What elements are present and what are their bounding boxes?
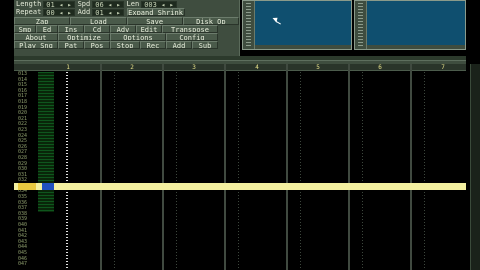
panel-row-play: Play Sng Pat Pos Stop Rec Add Sub	[14, 41, 239, 49]
left-edge	[0, 0, 14, 270]
control-panel: Length 01 ◂ ▸ Spd 06 ◂ ▸ Len 003 ◂ ▸ Rep…	[14, 0, 240, 56]
track-1-cursor-column	[66, 72, 68, 270]
track-number-4[interactable]: 4	[251, 64, 263, 71]
button-grid: Zap Load Save Disk Op	[14, 17, 239, 25]
ins-button[interactable]: Ins	[58, 25, 84, 33]
repeat-value[interactable]: 00 ◂ ▸	[43, 8, 75, 16]
preview-right-scrollbar[interactable]	[367, 45, 465, 49]
panel-row-edit: Smp Ed Ins Cd Adv Edit Transpose	[14, 25, 239, 33]
track-separator	[162, 64, 164, 270]
track-separator	[224, 64, 226, 270]
add-field[interactable]: Add 01 ◂ ▸	[78, 8, 124, 16]
zap-button[interactable]: Zap	[14, 17, 71, 25]
spd-label: Spd	[77, 0, 91, 8]
current-row-number-highlight	[18, 183, 36, 190]
pattern-editor[interactable]: 1 2 3 4 5 6 7 013 014 015 016 017 018 01…	[14, 64, 466, 270]
tracker-screen: Length 01 ◂ ▸ Spd 06 ◂ ▸ Len 003 ◂ ▸ Rep…	[0, 0, 480, 270]
row-numbers: 013 014 015 016 017 018 019 020 021 022 …	[18, 71, 36, 268]
adv-button[interactable]: Adv	[110, 25, 136, 33]
cd-button[interactable]: Cd	[84, 25, 110, 33]
add-value[interactable]: 01 ◂ ▸	[92, 8, 124, 16]
save-button[interactable]: Save	[126, 17, 183, 25]
preview-right-slider[interactable]	[355, 1, 367, 49]
panel-row-about: About Optimize Options Config	[14, 33, 239, 41]
sample-preview-right[interactable]	[354, 0, 466, 50]
track-number-7[interactable]: 7	[437, 64, 449, 71]
play-pattern-button[interactable]: Pat	[58, 41, 84, 49]
play-song-button[interactable]: Play Sng	[14, 41, 58, 49]
track-2-dots	[114, 72, 115, 270]
edit-cursor[interactable]	[42, 183, 54, 190]
position-button[interactable]: Pos	[84, 41, 110, 49]
panel-row-length: Length 01 ◂ ▸ Spd 06 ◂ ▸ Len 003 ◂ ▸	[14, 0, 239, 8]
preview-left-slider[interactable]	[243, 1, 255, 49]
about-button[interactable]: About	[14, 33, 58, 41]
track-separator	[286, 64, 288, 270]
smp-button[interactable]: Smp	[14, 25, 36, 33]
sub-button[interactable]: Sub	[192, 41, 218, 49]
vertical-scrollbar[interactable]	[470, 64, 480, 270]
preview-left-scrollbar[interactable]	[255, 45, 351, 49]
stop-button[interactable]: Stop	[110, 41, 140, 49]
expand-shrink-button[interactable]: Expand Shrink	[126, 8, 185, 16]
repeat-field[interactable]: Repeat 00 ◂ ▸	[16, 8, 75, 16]
len-label: Len	[126, 0, 140, 8]
config-button[interactable]: Config	[166, 33, 218, 41]
current-row-highlight	[14, 183, 466, 190]
record-button[interactable]: Rec	[140, 41, 166, 49]
panel-row-repeat: Repeat 00 ◂ ▸ Add 01 ◂ ▸ Expand Shrink	[14, 8, 239, 16]
track-header: 1 2 3 4 5 6 7	[14, 64, 466, 71]
length-value[interactable]: 01 ◂ ▸	[43, 0, 75, 8]
track-separator	[348, 64, 350, 270]
row-number: 047	[18, 261, 28, 268]
optimize-button[interactable]: Optimize	[58, 33, 110, 41]
track-5-dots	[300, 72, 301, 270]
options-button[interactable]: Options	[110, 33, 166, 41]
track-1-notes[interactable]	[38, 72, 54, 212]
track-3-dots	[176, 72, 177, 270]
sample-preview-left[interactable]	[242, 0, 352, 50]
transpose-button[interactable]: Transpose	[162, 25, 218, 33]
track-separator	[410, 64, 412, 270]
repeat-label: Repeat	[16, 8, 42, 16]
track-number-1[interactable]: 1	[62, 64, 74, 71]
load-button[interactable]: Load	[70, 17, 127, 25]
track-4-dots	[238, 72, 239, 270]
track-separator	[100, 64, 102, 270]
len-value[interactable]: 003 ◂ ▸	[141, 0, 177, 8]
edit-button[interactable]: Edit	[136, 25, 162, 33]
add-button[interactable]: Add	[166, 41, 192, 49]
add-label: Add	[77, 8, 91, 16]
track-number-3[interactable]: 3	[188, 64, 200, 71]
spd-value[interactable]: 06 ◂ ▸	[92, 0, 124, 8]
track-number-2[interactable]: 2	[126, 64, 138, 71]
track-number-6[interactable]: 6	[374, 64, 386, 71]
track-number-5[interactable]: 5	[312, 64, 324, 71]
ed-button[interactable]: Ed	[36, 25, 58, 33]
len-field[interactable]: Len 003 ◂ ▸	[127, 0, 177, 8]
length-label: Length	[16, 0, 42, 8]
disk-op-button[interactable]: Disk Op	[182, 17, 239, 25]
spd-field[interactable]: Spd 06 ◂ ▸	[78, 0, 124, 8]
track-7-dots	[424, 72, 425, 270]
track-6-dots	[362, 72, 363, 270]
length-field[interactable]: Length 01 ◂ ▸	[16, 0, 75, 8]
